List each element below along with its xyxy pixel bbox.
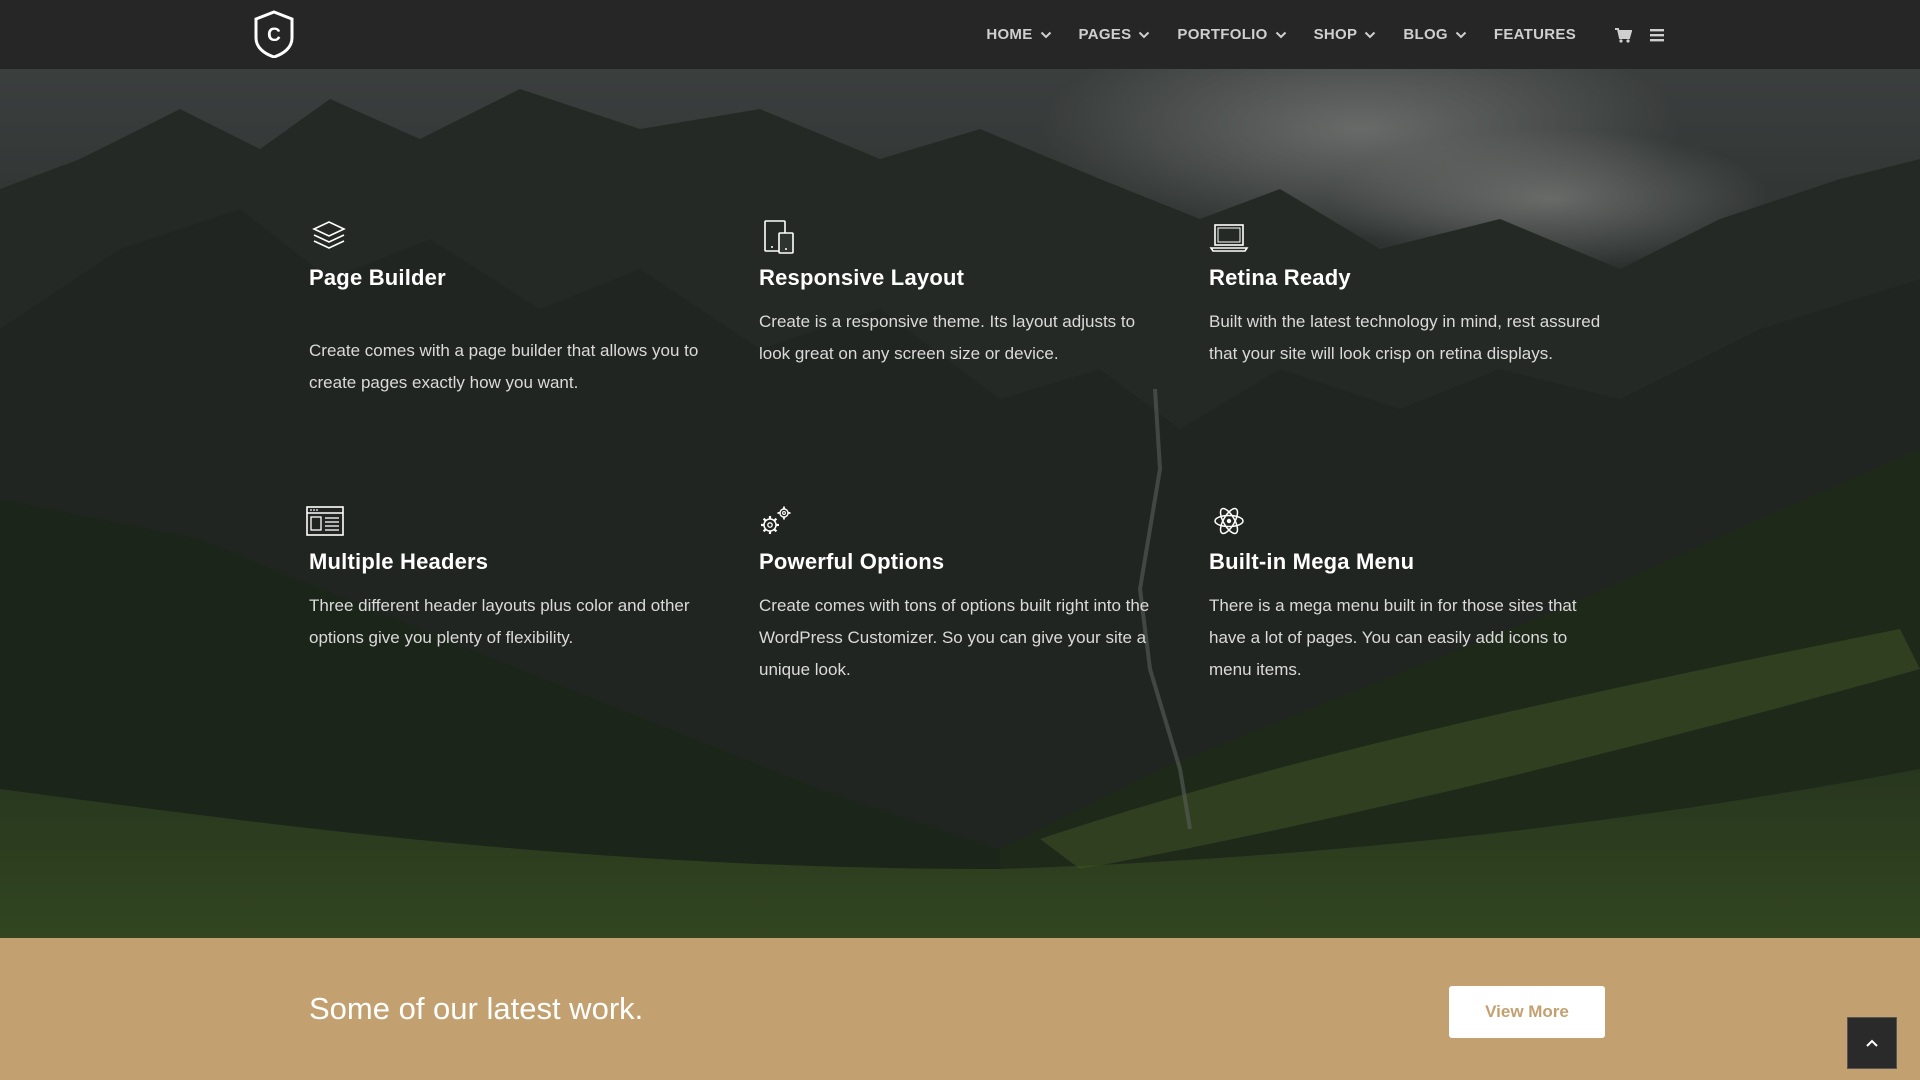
chevron-down-icon: [1139, 31, 1150, 38]
nav-item-features[interactable]: FEATURES: [1494, 26, 1576, 43]
nav-item-label: SHOP: [1313, 26, 1358, 43]
browser-layout-icon: [306, 506, 344, 536]
nav-item-label: HOME: [986, 26, 1033, 43]
feature-title: Built-in Mega Menu: [1209, 549, 1415, 574]
laptop-icon: [1209, 224, 1249, 252]
feature-title: Responsive Layout: [759, 265, 965, 290]
nav-item-home[interactable]: HOME: [986, 26, 1051, 43]
devices-icon: [764, 220, 794, 254]
chevron-down-icon: [1275, 31, 1286, 38]
cart-icon[interactable]: [1614, 26, 1632, 44]
feature-description: Create comes with a page builder that al…: [309, 341, 699, 392]
feature-powerful-options: Powerful Options Create comes with tons …: [759, 501, 1159, 686]
hamburger-menu-icon[interactable]: [1648, 26, 1666, 44]
nav-item-pages[interactable]: PAGES: [1079, 26, 1151, 43]
feature-responsive-layout: Responsive Layout Create is a responsive…: [759, 217, 1159, 370]
nav-item-blog[interactable]: BLOG: [1403, 26, 1467, 43]
feature-title: Powerful Options: [759, 549, 945, 574]
feature-description: There is a mega menu built in for those …: [1209, 596, 1577, 679]
feature-title: Multiple Headers: [309, 549, 489, 574]
nav-item-shop[interactable]: SHOP: [1314, 26, 1377, 43]
feature-description: Built with the latest technology in mind…: [1209, 312, 1601, 363]
logo-icon[interactable]: C: [253, 10, 295, 58]
view-more-button[interactable]: View More: [1449, 986, 1605, 1038]
latest-work-heading: Some of our latest work.: [309, 991, 644, 1026]
atom-icon: [1214, 507, 1244, 535]
chevron-up-icon: [1866, 1039, 1878, 1047]
nav-item-label: BLOG: [1403, 26, 1448, 43]
feature-page-builder: Page Builder Create comes with a page bu…: [309, 217, 709, 399]
chevron-down-icon: [1365, 31, 1376, 38]
nav-item-portfolio[interactable]: PORTFOLIO: [1177, 26, 1286, 43]
chevron-down-icon: [1455, 31, 1467, 38]
gears-icon: [761, 506, 791, 534]
logo-letter: C: [267, 25, 281, 46]
top-navigation-bar: C HOME PAGES PORTFOLIO SHOP BLOG FEATURE…: [0, 0, 1920, 69]
nav-item-label: FEATURES: [1493, 26, 1576, 43]
feature-description: Create is a responsive theme. Its layout…: [759, 312, 1136, 363]
feature-title: Retina Ready: [1209, 265, 1351, 290]
feature-retina-ready: Retina Ready Built with the latest techn…: [1209, 217, 1609, 370]
main-nav: HOME PAGES PORTFOLIO SHOP BLOG FEATURES: [959, 0, 1666, 69]
feature-mega-menu: Built-in Mega Menu There is a mega menu …: [1209, 501, 1609, 686]
nav-item-label: PORTFOLIO: [1177, 26, 1268, 43]
chevron-down-icon: [1040, 31, 1051, 38]
feature-description: Create comes with tons of options built …: [759, 596, 1150, 679]
latest-work-band: Some of our latest work. View More: [0, 938, 1920, 1080]
scroll-to-top-button[interactable]: [1847, 1017, 1897, 1069]
feature-title: Page Builder: [309, 265, 446, 290]
features-hero-section: Page Builder Create comes with a page bu…: [0, 69, 1920, 938]
feature-description: Three different header layouts plus colo…: [309, 596, 690, 647]
layers-icon: [312, 221, 346, 249]
feature-multiple-headers: Multiple Headers Three different header …: [306, 501, 709, 654]
nav-item-label: PAGES: [1078, 26, 1132, 43]
